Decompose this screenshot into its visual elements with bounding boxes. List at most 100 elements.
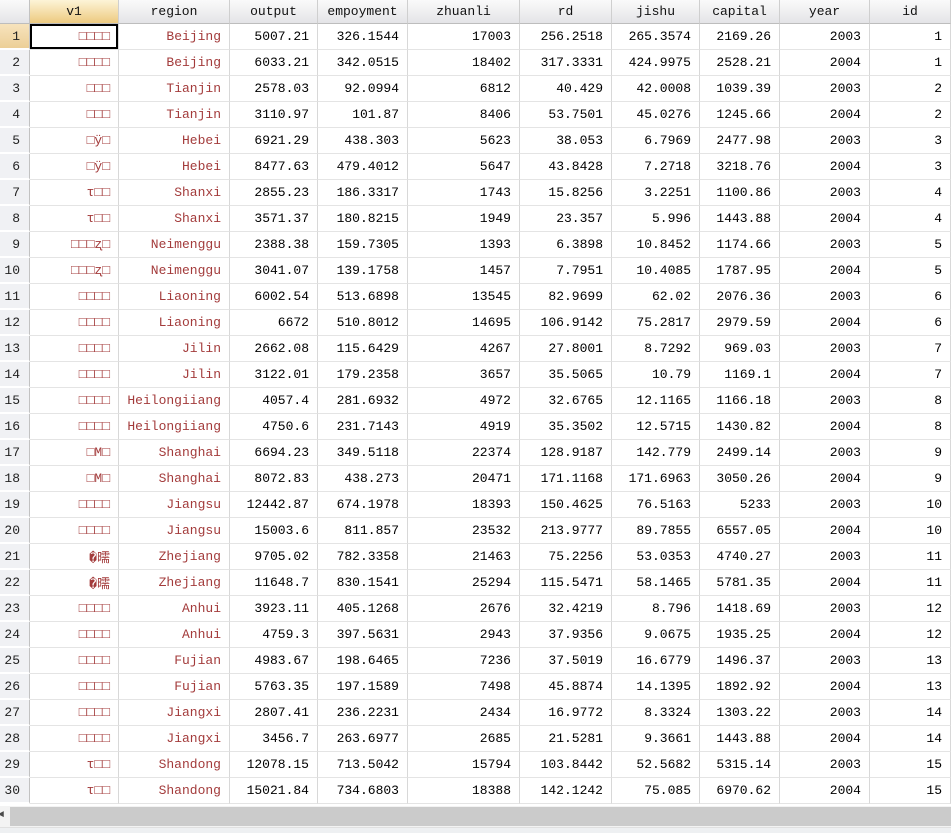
cell-rd[interactable]: 45.8874 <box>520 674 612 700</box>
cell-zhuanli[interactable]: 22374 <box>408 440 520 466</box>
cell-jishu[interactable]: 75.085 <box>612 778 700 804</box>
row-number[interactable]: 18 <box>0 466 30 492</box>
cell-output[interactable]: 6921.29 <box>230 128 318 154</box>
cell-output[interactable]: 3456.7 <box>230 726 318 752</box>
cell-rd[interactable]: 7.7951 <box>520 258 612 284</box>
cell-zhuanli[interactable]: 7498 <box>408 674 520 700</box>
cell-jishu[interactable]: 8.7292 <box>612 336 700 362</box>
cell-output[interactable]: 5763.35 <box>230 674 318 700</box>
cell-zhuanli[interactable]: 4972 <box>408 388 520 414</box>
cell-id[interactable]: 4 <box>870 206 951 232</box>
cell-empoyment[interactable]: 438.303 <box>318 128 408 154</box>
cell-output[interactable]: 6672 <box>230 310 318 336</box>
cell-rd[interactable]: 75.2256 <box>520 544 612 570</box>
cell-year[interactable]: 2003 <box>780 24 870 50</box>
cell-id[interactable]: 8 <box>870 388 951 414</box>
cell-year[interactable]: 2003 <box>780 336 870 362</box>
cell-capital[interactable]: 1787.95 <box>700 258 780 284</box>
cell-empoyment[interactable]: 734.6803 <box>318 778 408 804</box>
horizontal-scrollbar-thumb[interactable] <box>10 807 951 826</box>
row-number[interactable]: 9 <box>0 232 30 258</box>
column-header-id[interactable]: id <box>870 0 951 24</box>
cell-v1[interactable]: □□□□ <box>30 726 119 752</box>
cell-empoyment[interactable]: 349.5118 <box>318 440 408 466</box>
cell-year[interactable]: 2004 <box>780 674 870 700</box>
cell-zhuanli[interactable]: 2676 <box>408 596 520 622</box>
cell-id[interactable]: 14 <box>870 700 951 726</box>
cell-empoyment[interactable]: 782.3358 <box>318 544 408 570</box>
cell-output[interactable]: 15003.6 <box>230 518 318 544</box>
cell-empoyment[interactable]: 513.6898 <box>318 284 408 310</box>
row-number[interactable]: 24 <box>0 622 30 648</box>
cell-jishu[interactable]: 5.996 <box>612 206 700 232</box>
cell-capital[interactable]: 1174.66 <box>700 232 780 258</box>
cell-zhuanli[interactable]: 1949 <box>408 206 520 232</box>
row-number[interactable]: 6 <box>0 154 30 180</box>
cell-capital[interactable]: 4740.27 <box>700 544 780 570</box>
row-number[interactable]: 29 <box>0 752 30 778</box>
cell-jishu[interactable]: 16.6779 <box>612 648 700 674</box>
row-number[interactable]: 1 <box>0 24 30 50</box>
cell-v1[interactable]: □ÿ□ <box>30 154 119 180</box>
cell-empoyment[interactable]: 180.8215 <box>318 206 408 232</box>
cell-zhuanli[interactable]: 21463 <box>408 544 520 570</box>
cell-v1[interactable]: □□□□ <box>30 284 119 310</box>
cell-rd[interactable]: 53.7501 <box>520 102 612 128</box>
cell-jishu[interactable]: 142.779 <box>612 440 700 466</box>
cell-v1[interactable]: □□□□ <box>30 518 119 544</box>
cell-jishu[interactable]: 76.5163 <box>612 492 700 518</box>
cell-zhuanli[interactable]: 1457 <box>408 258 520 284</box>
cell-jishu[interactable]: 12.1165 <box>612 388 700 414</box>
cell-empoyment[interactable]: 479.4012 <box>318 154 408 180</box>
cell-year[interactable]: 2003 <box>780 596 870 622</box>
cell-region[interactable]: Jiangsu <box>119 518 230 544</box>
cell-year[interactable]: 2004 <box>780 258 870 284</box>
cell-rd[interactable]: 150.4625 <box>520 492 612 518</box>
cell-output[interactable]: 2855.23 <box>230 180 318 206</box>
cell-rd[interactable]: 103.8442 <box>520 752 612 778</box>
cell-capital[interactable]: 1430.82 <box>700 414 780 440</box>
cell-v1[interactable]: □□□□ <box>30 310 119 336</box>
row-number[interactable]: 27 <box>0 700 30 726</box>
cell-year[interactable]: 2003 <box>780 440 870 466</box>
cell-id[interactable]: 8 <box>870 414 951 440</box>
cell-id[interactable]: 3 <box>870 128 951 154</box>
cell-empoyment[interactable]: 713.5042 <box>318 752 408 778</box>
column-header-empoyment[interactable]: empoyment <box>318 0 408 24</box>
row-number[interactable]: 28 <box>0 726 30 752</box>
cell-region[interactable]: Hebei <box>119 154 230 180</box>
cell-capital[interactable]: 1169.1 <box>700 362 780 388</box>
cell-rd[interactable]: 27.8001 <box>520 336 612 362</box>
cell-year[interactable]: 2003 <box>780 648 870 674</box>
cell-jishu[interactable]: 89.7855 <box>612 518 700 544</box>
cell-zhuanli[interactable]: 2943 <box>408 622 520 648</box>
cell-capital[interactable]: 2076.36 <box>700 284 780 310</box>
cell-capital[interactable]: 1166.18 <box>700 388 780 414</box>
cell-id[interactable]: 1 <box>870 50 951 76</box>
cell-capital[interactable]: 2477.98 <box>700 128 780 154</box>
cell-empoyment[interactable]: 115.6429 <box>318 336 408 362</box>
cell-zhuanli[interactable]: 18393 <box>408 492 520 518</box>
cell-region[interactable]: Hebei <box>119 128 230 154</box>
cell-empoyment[interactable]: 281.6932 <box>318 388 408 414</box>
cell-v1[interactable]: □□□□ <box>30 362 119 388</box>
scroll-left-icon[interactable]: ◄ <box>0 810 8 822</box>
cell-id[interactable]: 11 <box>870 544 951 570</box>
cell-region[interactable]: Shandong <box>119 778 230 804</box>
cell-empoyment[interactable]: 186.3317 <box>318 180 408 206</box>
cell-output[interactable]: 2578.03 <box>230 76 318 102</box>
cell-v1[interactable]: τ□□ <box>30 180 119 206</box>
cell-id[interactable]: 12 <box>870 596 951 622</box>
cell-output[interactable]: 2807.41 <box>230 700 318 726</box>
cell-zhuanli[interactable]: 17003 <box>408 24 520 50</box>
cell-region[interactable]: Fujian <box>119 648 230 674</box>
cell-empoyment[interactable]: 92.0994 <box>318 76 408 102</box>
cell-year[interactable]: 2004 <box>780 50 870 76</box>
cell-id[interactable]: 1 <box>870 24 951 50</box>
column-header-output[interactable]: output <box>230 0 318 24</box>
cell-capital[interactable]: 2499.14 <box>700 440 780 466</box>
cell-empoyment[interactable]: 101.87 <box>318 102 408 128</box>
cell-zhuanli[interactable]: 23532 <box>408 518 520 544</box>
cell-rd[interactable]: 32.4219 <box>520 596 612 622</box>
cell-output[interactable]: 3110.97 <box>230 102 318 128</box>
